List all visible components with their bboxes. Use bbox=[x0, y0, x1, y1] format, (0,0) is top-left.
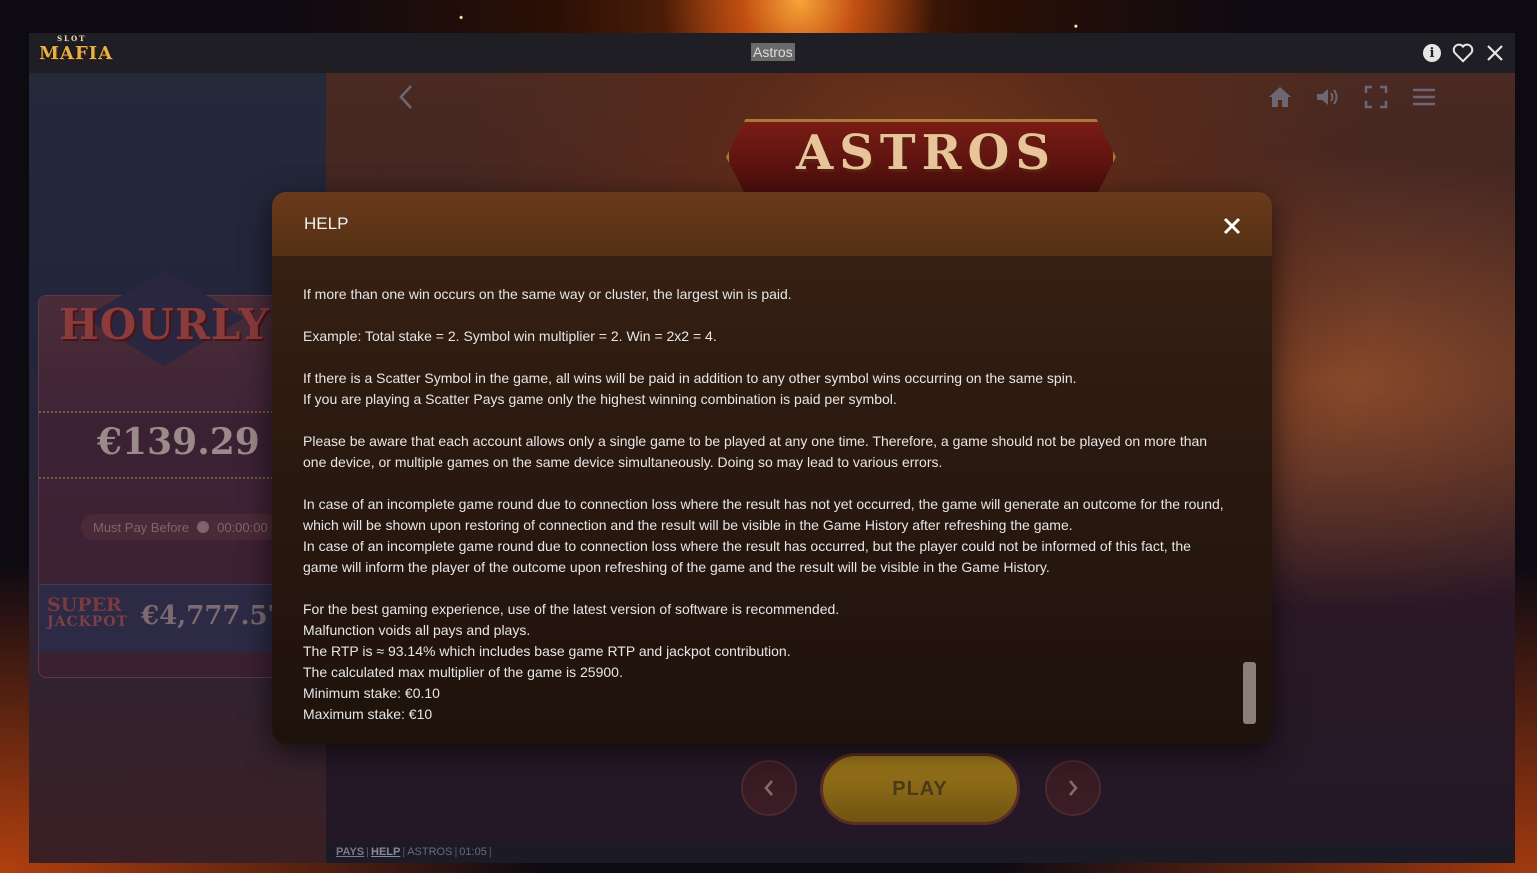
back-icon[interactable] bbox=[392, 83, 420, 111]
home-icon[interactable] bbox=[1266, 83, 1294, 111]
must-pay-time: 00:00:00 bbox=[217, 519, 268, 535]
help-paragraph: If there is a Scatter Symbol in the game… bbox=[303, 368, 1233, 410]
help-text-line: If more than one win occurs on the same … bbox=[303, 286, 792, 302]
help-text-line: If there is a Scatter Symbol in the game… bbox=[303, 370, 1077, 386]
title-bar: SLOT MAFIA Astros i bbox=[29, 33, 1515, 73]
help-text-line: which will be shown upon restoring of co… bbox=[303, 517, 1073, 533]
previous-button[interactable] bbox=[741, 760, 797, 816]
help-text-line: one device, or multiple games on the sam… bbox=[303, 454, 943, 470]
super-jackpot-box: SUPER JACKPOT €4,777.57 bbox=[39, 584, 289, 652]
help-text-line: For the best gaming experience, use of t… bbox=[303, 601, 840, 617]
window-title: Astros bbox=[751, 43, 795, 61]
help-text-line: game will inform the player of the outco… bbox=[303, 559, 1050, 575]
menu-icon[interactable] bbox=[1410, 83, 1438, 111]
help-paragraph: Example: Total stake = 2. Symbol win mul… bbox=[303, 326, 1233, 347]
help-dialog-title: HELP bbox=[304, 214, 349, 233]
hourly-label: HOURLY bbox=[59, 300, 270, 349]
close-icon[interactable] bbox=[1484, 42, 1506, 64]
game-logo: ASTROS bbox=[796, 125, 1056, 181]
help-dialog: HELP If more than one win occurs on the … bbox=[272, 192, 1272, 744]
heart-icon[interactable] bbox=[1452, 42, 1474, 64]
help-paragraph: In case of an incomplete game round due … bbox=[303, 494, 1233, 578]
help-text-line: Minimum stake: €0.10 bbox=[303, 685, 440, 701]
super-jackpot-amount: €4,777.57 bbox=[141, 601, 286, 631]
help-paragraph: For the best gaming experience, use of t… bbox=[303, 599, 1233, 725]
help-text-body[interactable]: If more than one win occurs on the same … bbox=[303, 284, 1233, 734]
help-text-line: In case of an incomplete game round due … bbox=[303, 538, 1191, 554]
help-paragraph: Please be aware that each account allows… bbox=[303, 431, 1233, 473]
slot-mafia-logo[interactable]: SLOT MAFIA bbox=[39, 34, 112, 69]
help-scrollbar-thumb[interactable] bbox=[1243, 662, 1256, 724]
jackpot-card: HOURLY €139.29 Must Pay Before 00:00:00 … bbox=[38, 270, 289, 678]
help-text-line: The RTP is ≈ 93.14% which includes base … bbox=[303, 643, 791, 659]
help-text-line: If you are playing a Scatter Pays game o… bbox=[303, 391, 897, 407]
next-button[interactable] bbox=[1045, 760, 1101, 816]
must-pay-pill: Must Pay Before 00:00:00 bbox=[81, 514, 280, 540]
help-text-line: The calculated max multiplier of the gam… bbox=[303, 664, 623, 680]
hourly-amount-box: €139.29 bbox=[39, 411, 289, 479]
help-paragraph: If more than one win occurs on the same … bbox=[303, 284, 1233, 305]
footer-clock: 01:05 bbox=[459, 846, 487, 858]
help-text-line: In case of an incomplete game round due … bbox=[303, 496, 1224, 512]
footer-game-name: ASTROS bbox=[407, 846, 453, 858]
sound-icon[interactable] bbox=[1314, 83, 1342, 111]
super-jackpot-label: SUPER JACKPOT bbox=[47, 594, 128, 631]
close-help-button[interactable] bbox=[1218, 212, 1246, 240]
footer-pays-link[interactable]: PAYS bbox=[336, 846, 364, 858]
help-text-line: Example: Total stake = 2. Symbol win mul… bbox=[303, 328, 717, 344]
info-icon[interactable]: i bbox=[1421, 42, 1443, 64]
help-dialog-header: HELP bbox=[272, 192, 1272, 256]
close-icon bbox=[1223, 217, 1241, 235]
footer-help-link[interactable]: HELP bbox=[371, 846, 400, 858]
play-button[interactable]: PLAY bbox=[820, 753, 1020, 825]
help-text-line: Malfunction voids all pays and plays. bbox=[303, 622, 531, 638]
fullscreen-icon[interactable] bbox=[1362, 83, 1390, 111]
help-text-line: Please be aware that each account allows… bbox=[303, 433, 1208, 449]
must-pay-label: Must Pay Before bbox=[93, 519, 190, 535]
hourly-amount: €139.29 bbox=[97, 421, 260, 463]
game-footer: PAYS | HELP | ASTROS | 01:05 | bbox=[326, 842, 1515, 863]
clock-icon bbox=[197, 521, 210, 533]
help-text-line: Maximum stake: €10 bbox=[303, 706, 433, 722]
